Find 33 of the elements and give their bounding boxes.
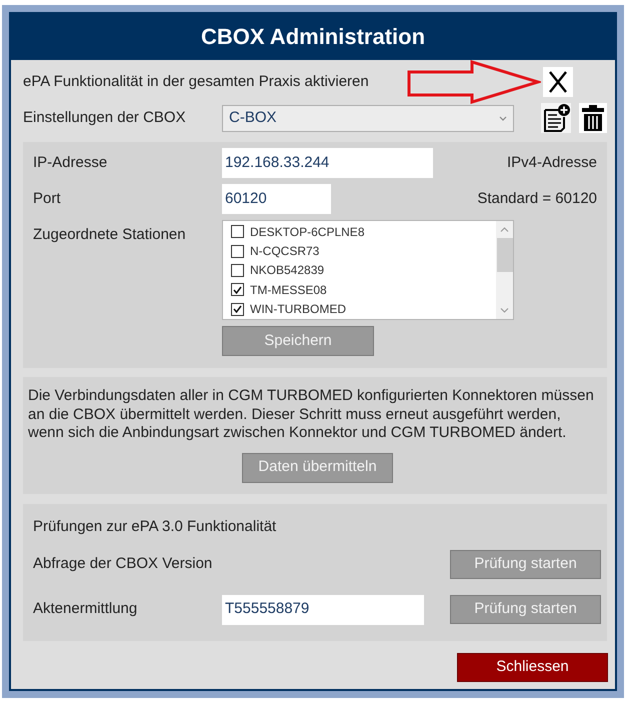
section-title: Prüfungen zur ePA 3.0 Funktionalität: [33, 516, 278, 536]
station-item[interactable]: NKOB542839: [223, 260, 496, 280]
checkbox[interactable]: [231, 225, 244, 238]
checkbox[interactable]: [231, 264, 244, 277]
input-field[interactable]: 192.168.33.244: [222, 148, 433, 178]
station-item[interactable]: WIN-TURBOMED: [223, 300, 496, 319]
caret-icon: [499, 116, 507, 120]
settings-label: Einstellungen der CBOX: [23, 108, 187, 128]
window-title: CBOX Administration: [200, 26, 426, 48]
checkbox[interactable]: [231, 302, 244, 316]
trash-icon[interactable]: [579, 103, 607, 133]
description-text: Die Verbindungsdaten aller in CGM TURBOMED konfigurierten Konnektoren müssen an die CBOX übermittelt werden. Dieser Schritt muss erneut ausgeführt werden, wenn sich die Anbindungsart zwischen Konnektor und CGM TURBOMED ändert.: [28, 387, 595, 442]
field-label: IP-Adresse: [33, 152, 108, 173]
dropdown[interactable]: C-BOX: [222, 104, 514, 132]
stations-label: Zugeordnete Stationen: [33, 225, 187, 245]
checkbox[interactable]: [231, 244, 244, 258]
check-label: Abfrage der CBOX Version: [33, 554, 214, 574]
add-document-icon[interactable]: [541, 103, 571, 133]
close-button[interactable]: Schliessen: [457, 652, 608, 682]
field-note: Standard = 60120: [477, 188, 597, 209]
station-item[interactable]: DESKTOP-6CPLNE8: [223, 222, 496, 242]
scrollbar[interactable]: [496, 221, 513, 319]
checkbox[interactable]: [231, 283, 244, 296]
station-item[interactable]: N-CQCSR73: [223, 241, 496, 261]
input-field[interactable]: 60120: [222, 184, 331, 214]
checkbox[interactable]: [543, 67, 573, 97]
station-item[interactable]: TM-MESSE08: [223, 280, 496, 300]
scrollbar-thumb[interactable]: [496, 238, 512, 272]
activation-label: ePA Funktionalität in der gesamten Praxis aktivieren: [23, 72, 369, 92]
field-note: IPv4-Adresse: [506, 152, 597, 173]
input-field[interactable]: T555558879: [222, 594, 424, 624]
check-label: Aktenermittlung: [33, 599, 138, 620]
field-label: Port: [33, 188, 62, 209]
